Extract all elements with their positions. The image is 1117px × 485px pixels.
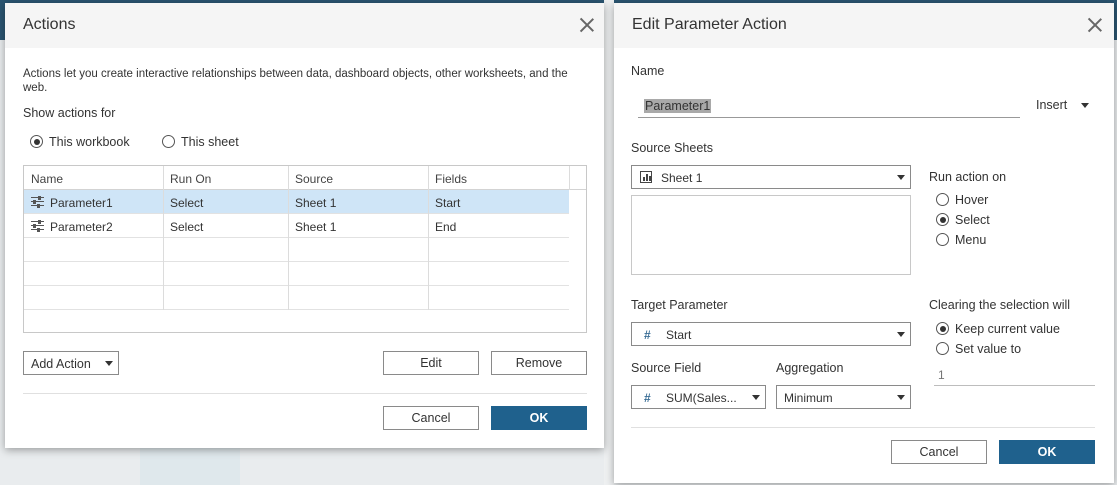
radio-set-value-to[interactable] [936, 342, 949, 355]
bar-chart-icon [640, 171, 652, 183]
table-row[interactable]: Parameter2 Select Sheet 1 End [24, 214, 569, 238]
name-value: Parameter1 [644, 99, 712, 113]
cancel-button[interactable]: Cancel [891, 440, 987, 464]
footer-divider [23, 393, 587, 394]
caret-down-icon [897, 395, 905, 400]
caret-down-icon [1081, 103, 1089, 108]
table-row-empty [24, 238, 569, 262]
target-parameter-value: Start [666, 328, 692, 342]
table-header: Name Run On Source Fields [24, 166, 586, 190]
column-separator [163, 166, 164, 310]
radio-this-workbook[interactable] [30, 135, 43, 148]
close-icon[interactable] [579, 17, 595, 33]
target-parameter-label: Target Parameter [631, 298, 728, 312]
show-actions-for-label: Show actions for [23, 106, 116, 120]
actions-dialog-header: Actions [5, 3, 604, 48]
source-field-select[interactable]: # SUM(Sales... [631, 385, 766, 409]
footer-divider [631, 427, 1095, 428]
aggregation-value: Minimum [784, 391, 833, 405]
edit-dialog-header: Edit Parameter Action [614, 3, 1114, 48]
row-run-on: Select [170, 220, 204, 234]
table-row-empty [24, 286, 569, 310]
clearing-selection-label: Clearing the selection will [929, 298, 1071, 312]
radio-keep-current-value[interactable] [936, 322, 949, 335]
caret-down-icon [897, 175, 905, 180]
parameter-action-icon [31, 220, 44, 232]
source-sheet-select[interactable]: Sheet 1 [631, 165, 911, 189]
row-fields: Start [435, 196, 461, 210]
caret-down-icon [897, 332, 905, 337]
aggregation-label: Aggregation [776, 361, 844, 375]
radio-set-value-to-label: Set value to [955, 342, 1022, 356]
edit-dialog-title: Edit Parameter Action [632, 16, 787, 33]
radio-menu-label: Menu [955, 233, 987, 247]
source-field-value: SUM(Sales... [666, 391, 737, 405]
caret-down-icon [752, 395, 760, 400]
add-action-button[interactable]: Add Action [23, 351, 119, 375]
radio-select[interactable] [936, 213, 949, 226]
add-action-label: Add Action [31, 357, 91, 371]
row-source: Sheet 1 [295, 196, 337, 210]
source-sheets-list[interactable] [631, 195, 911, 275]
caret-down-icon [105, 361, 113, 366]
row-source: Sheet 1 [295, 220, 337, 234]
radio-keep-current-value-label: Keep current value [955, 322, 1060, 336]
hash-icon: # [644, 391, 651, 405]
close-icon[interactable] [1087, 17, 1103, 33]
insert-dropdown[interactable]: Insert [1032, 98, 1092, 116]
column-header-fields[interactable]: Fields [435, 172, 467, 186]
run-action-on-label: Run action on [929, 170, 1007, 184]
column-separator [288, 166, 289, 310]
column-separator [428, 166, 429, 310]
table-row[interactable]: Parameter1 Select Sheet 1 Start [24, 190, 569, 214]
row-fields: End [435, 220, 457, 234]
edit-parameter-action-dialog: Edit Parameter Action Name Parameter1 In… [614, 3, 1114, 483]
hash-icon: # [644, 328, 651, 342]
column-header-source[interactable]: Source [295, 172, 333, 186]
source-sheets-label: Source Sheets [631, 141, 713, 155]
target-parameter-select[interactable]: # Start [631, 322, 911, 346]
actions-dialog: Actions Actions let you create interacti… [5, 3, 604, 448]
app-strip [140, 448, 240, 485]
name-field[interactable]: Parameter1 [638, 94, 1020, 118]
radio-this-sheet[interactable] [162, 135, 175, 148]
ok-button[interactable]: OK [491, 406, 587, 430]
actions-table: Name Run On Source Fields Parameter1 Sel… [23, 165, 587, 333]
row-run-on: Select [170, 196, 204, 210]
row-name: Parameter2 [50, 220, 113, 234]
radio-hover-label: Hover [955, 193, 989, 207]
edit-button[interactable]: Edit [383, 351, 479, 375]
ok-button[interactable]: OK [999, 440, 1095, 464]
aggregation-select[interactable]: Minimum [776, 385, 911, 409]
radio-select-label: Select [955, 213, 990, 227]
column-header-name[interactable]: Name [31, 172, 63, 186]
actions-description: Actions let you create interactive relat… [23, 68, 568, 94]
set-value-input[interactable] [934, 364, 1095, 386]
radio-menu[interactable] [936, 233, 949, 246]
source-field-label: Source Field [631, 361, 702, 375]
actions-dialog-title: Actions [23, 16, 76, 33]
row-name: Parameter1 [50, 196, 113, 210]
source-sheet-value: Sheet 1 [661, 171, 703, 185]
app-gap [604, 0, 614, 485]
name-label: Name [631, 64, 665, 78]
insert-label: Insert [1036, 98, 1068, 112]
column-header-run-on[interactable]: Run On [170, 172, 211, 186]
remove-button[interactable]: Remove [491, 351, 587, 375]
scrollbar-corner [569, 166, 586, 190]
radio-this-sheet-label: This sheet [181, 135, 239, 149]
parameter-action-icon [31, 196, 44, 208]
cancel-button[interactable]: Cancel [383, 406, 479, 430]
table-row-empty [24, 262, 569, 286]
radio-this-workbook-label: This workbook [49, 135, 130, 149]
radio-hover[interactable] [936, 193, 949, 206]
